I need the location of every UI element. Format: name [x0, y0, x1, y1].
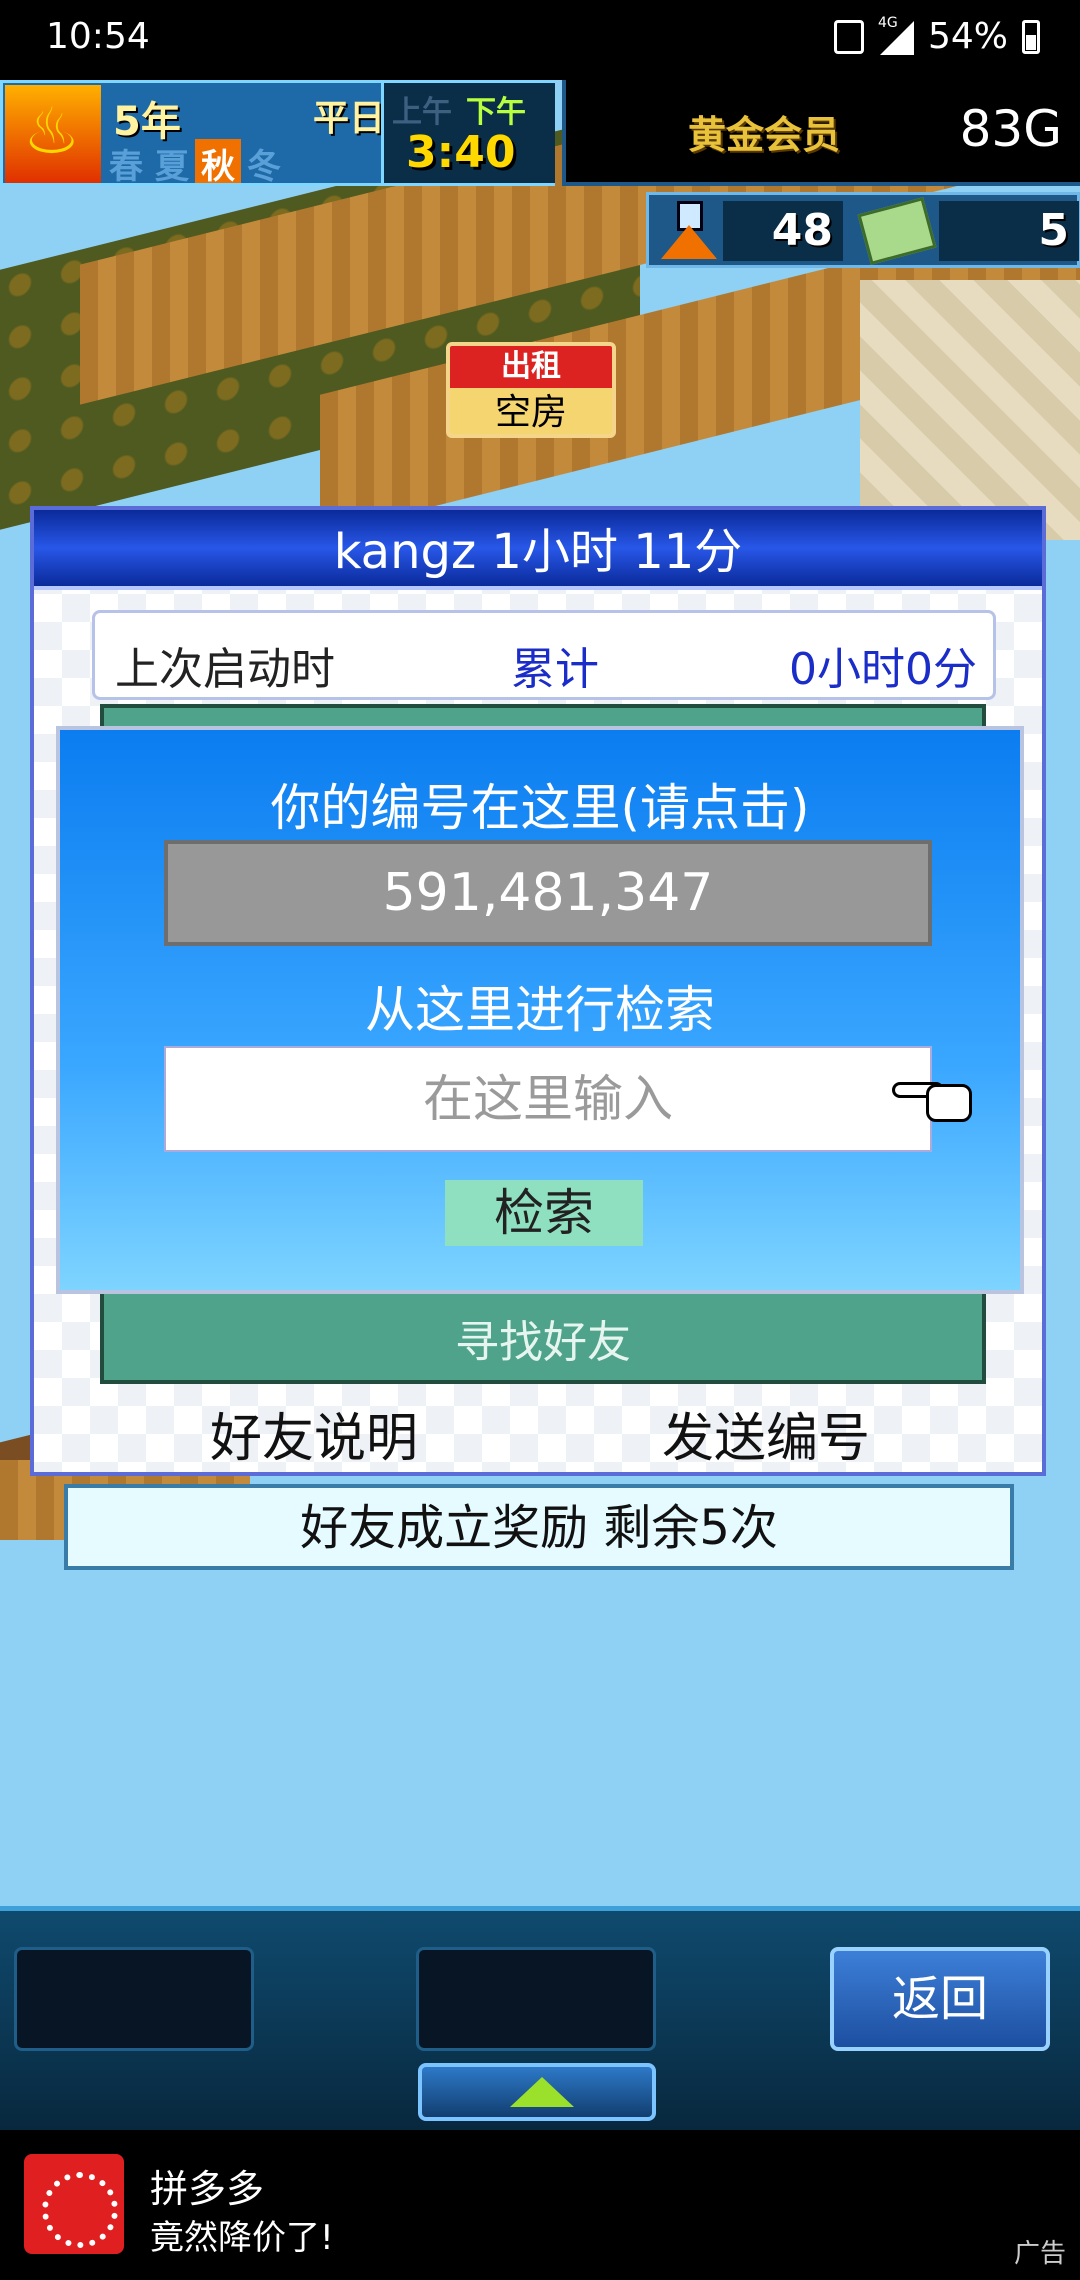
expand-menu-button[interactable] [418, 2063, 656, 2121]
season-autumn: 秋 [195, 139, 241, 187]
pinduoduo-logo-icon [24, 2154, 124, 2254]
resource-panel: 48 5 [646, 192, 1080, 268]
friend-bonus-banner: 好友成立奖励 剩余5次 [64, 1484, 1014, 1570]
accumulated-label: 累计 [511, 644, 599, 695]
toolbar-slot-left[interactable] [14, 1947, 254, 2051]
bottom-toolbar: 返回 [0, 1906, 1080, 2130]
season-indicator: 春 夏 秋 冬 [103, 139, 287, 187]
game-scene[interactable]: ♨ 5年 平日 春 夏 秋 冬 上午 下午 3:40 黄金会员 83G 48 5… [0, 80, 1080, 2130]
money-panel: 黄金会员 83G [562, 80, 1080, 186]
battery-icon [1022, 19, 1040, 54]
weekday-label: 平日 [313, 98, 386, 139]
search-heading: 从这里进行检索 [365, 981, 715, 1039]
ad-banner[interactable]: 拼多多 竟然降价了! 广告 [0, 2130, 1080, 2280]
am-label: 上午 [392, 95, 452, 130]
playtime-stats: 上次启动时 累计 0小时0分 [92, 610, 996, 700]
signal-icon: 4G [878, 15, 914, 55]
friend-panel-title: kangz 1小时 11分 [34, 510, 1042, 590]
season-winter: 冬 [247, 147, 281, 187]
vacancy-sign[interactable]: 出租 空房 [446, 342, 616, 438]
membership-badge: 黄金会员 [688, 113, 841, 157]
find-friend-button[interactable]: 寻找好友 [104, 1306, 982, 1370]
date-time-panel: ♨ 5年 平日 春 夏 秋 冬 上午 下午 3:40 [0, 80, 555, 187]
research-points: 48 [723, 201, 843, 261]
send-id-link[interactable]: 发送编号 [662, 1396, 870, 1471]
ad-app-name: 拼多多 [150, 2167, 265, 2211]
flame-icon: ♨ [5, 85, 101, 183]
ad-tagline: 竟然降价了! [150, 2218, 334, 2258]
back-button[interactable]: 返回 [830, 1947, 1050, 2051]
friend-explanation-link[interactable]: 好友说明 [210, 1396, 418, 1471]
search-button[interactable]: 检索 [445, 1180, 643, 1246]
accumulated-value: 0小时0分 [789, 644, 977, 695]
search-dialog: 你的编号在这里(请点击) 591,481,347 从这里进行检索 检索 [56, 726, 1024, 1294]
vacancy-sign-top: 出租 [450, 346, 612, 388]
last-launch-label: 上次启动时 [115, 644, 335, 695]
toolbar-slot-center[interactable] [416, 1947, 656, 2051]
your-id-heading: 你的编号在这里(请点击) [270, 779, 810, 837]
ticket-count: 5 [939, 201, 1079, 261]
flask-icon [657, 199, 719, 263]
gold-amount: 83G [959, 100, 1062, 158]
status-time: 10:54 [46, 16, 150, 57]
your-id-button[interactable]: 591,481,347 [164, 840, 932, 946]
clock-time: 3:40 [406, 127, 516, 178]
ticket-icon [857, 197, 937, 265]
tile-floor [860, 280, 1080, 540]
status-bar: 10:54 4G 54% [0, 0, 1080, 80]
friend-id-input[interactable] [164, 1046, 932, 1152]
season-spring: 春 [109, 147, 143, 187]
pm-label: 下午 [466, 95, 526, 130]
network-type: 4G [877, 14, 898, 31]
vacancy-sign-bottom: 空房 [450, 388, 612, 434]
battery-percent: 54% [927, 16, 1008, 57]
clock-panel: 上午 下午 3:40 [381, 83, 555, 183]
pointing-hand-icon [892, 1078, 976, 1124]
ad-label: 广告 [1013, 2239, 1066, 2269]
season-summer: 夏 [155, 147, 189, 187]
vibrate-icon [833, 19, 864, 54]
